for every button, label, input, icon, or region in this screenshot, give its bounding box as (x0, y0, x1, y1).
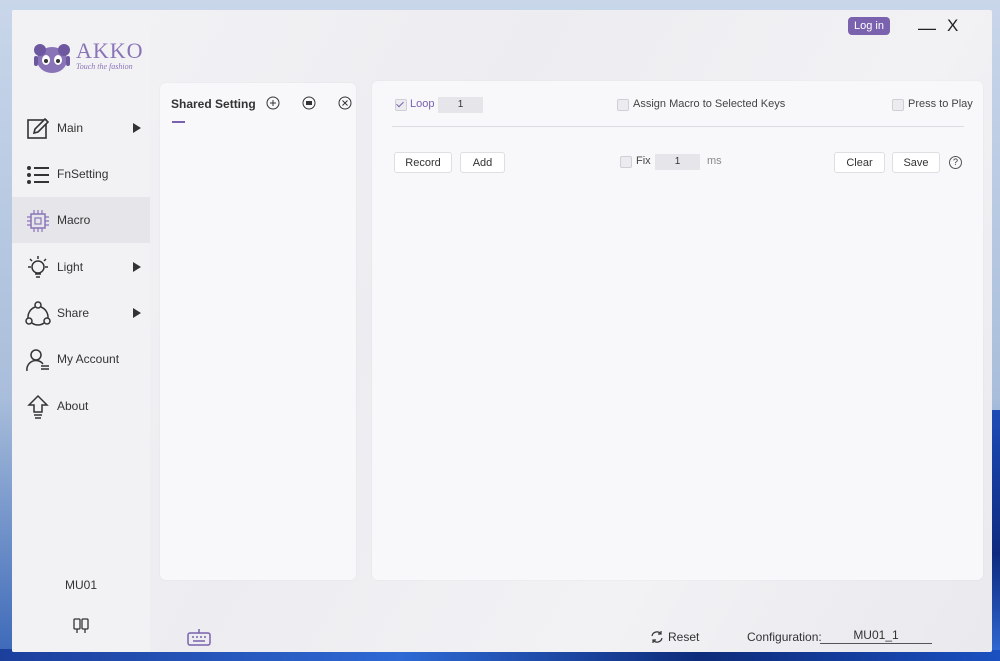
sidebar-item-label: About (57, 399, 89, 413)
macro-editor-panel: Loop 1 Assign Macro to Selected Keys Pre… (372, 81, 983, 580)
assign-macro-label: Assign Macro to Selected Keys (633, 98, 786, 110)
sidebar-item-macro[interactable]: Macro (12, 197, 150, 243)
refresh-icon (651, 631, 663, 643)
configuration-label: Configuration: (747, 630, 822, 644)
chevron-right-icon (133, 308, 141, 318)
sidebar-item-label: Main (57, 121, 84, 135)
brand-name: AKKO (76, 38, 144, 63)
reset-button[interactable]: Reset (650, 630, 699, 644)
add-circle-icon[interactable] (266, 96, 280, 110)
user-icon (26, 349, 49, 372)
delete-circle-icon[interactable] (338, 96, 352, 110)
device-name: MU01 (64, 578, 97, 592)
device-switch-icon[interactable] (72, 617, 90, 635)
record-button[interactable]: Record (394, 152, 452, 173)
sidebar-item-label: Light (57, 260, 84, 274)
shared-setting-title: Shared Setting (171, 97, 256, 111)
app-window: AKKO Touch the fashion Main FnSetting Ma… (12, 10, 992, 652)
fix-label: Fix (636, 155, 651, 167)
folder-circle-icon[interactable] (302, 96, 316, 110)
sidebar-item-main[interactable]: Main (12, 105, 150, 151)
sidebar-item-label: Macro (57, 213, 91, 227)
loop-count-input[interactable]: 1 (438, 97, 483, 113)
sidebar-item-share[interactable]: Share (12, 290, 150, 336)
press-to-play-label: Press to Play (908, 98, 973, 110)
sidebar-item-about[interactable]: About (12, 383, 150, 429)
minimize-button[interactable]: — (918, 18, 936, 39)
press-to-play-checkbox[interactable] (892, 99, 904, 111)
sidebar-item-my-account[interactable]: My Account (12, 336, 150, 382)
add-button[interactable]: Add (460, 152, 505, 173)
sidebar: AKKO Touch the fashion Main FnSetting Ma… (12, 10, 150, 652)
keyboard-icon[interactable] (187, 628, 211, 646)
loop-label: Loop (410, 98, 435, 110)
shared-setting-panel: Shared Setting (160, 83, 356, 580)
sidebar-item-label: FnSetting (57, 167, 109, 181)
akko-mascot-icon (34, 44, 70, 73)
list-icon (27, 166, 49, 184)
akko-logo: AKKO Touch the fashion (32, 38, 144, 80)
share-icon (25, 301, 51, 326)
loop-checkbox[interactable] (395, 99, 407, 111)
chevron-right-icon (133, 123, 141, 133)
chevron-right-icon (133, 262, 141, 272)
brand-tagline: Touch the fashion (76, 62, 133, 71)
help-icon[interactable]: ? (949, 156, 962, 169)
save-button[interactable]: Save (892, 152, 940, 173)
fix-checkbox[interactable] (620, 156, 632, 168)
divider (392, 126, 964, 127)
clear-button[interactable]: Clear (834, 152, 885, 173)
sidebar-item-label: Share (57, 306, 90, 320)
edit-icon (27, 117, 50, 139)
login-button[interactable]: Log in (848, 17, 890, 35)
sidebar-item-label: My Account (57, 352, 120, 366)
sidebar-item-fnsetting[interactable]: FnSetting (12, 151, 150, 197)
fix-delay-input[interactable]: 1 (655, 154, 700, 170)
assign-macro-checkbox[interactable] (617, 99, 629, 111)
tab-underline (172, 121, 185, 123)
bulb-icon (28, 256, 48, 278)
chip-icon (27, 210, 49, 232)
reset-label: Reset (668, 630, 700, 644)
fix-unit-label: ms (707, 155, 722, 167)
upload-arrow-icon (27, 394, 49, 419)
close-button[interactable]: X (947, 16, 958, 36)
sidebar-item-light[interactable]: Light (12, 244, 150, 290)
configuration-select[interactable]: MU01_1 (820, 628, 932, 644)
